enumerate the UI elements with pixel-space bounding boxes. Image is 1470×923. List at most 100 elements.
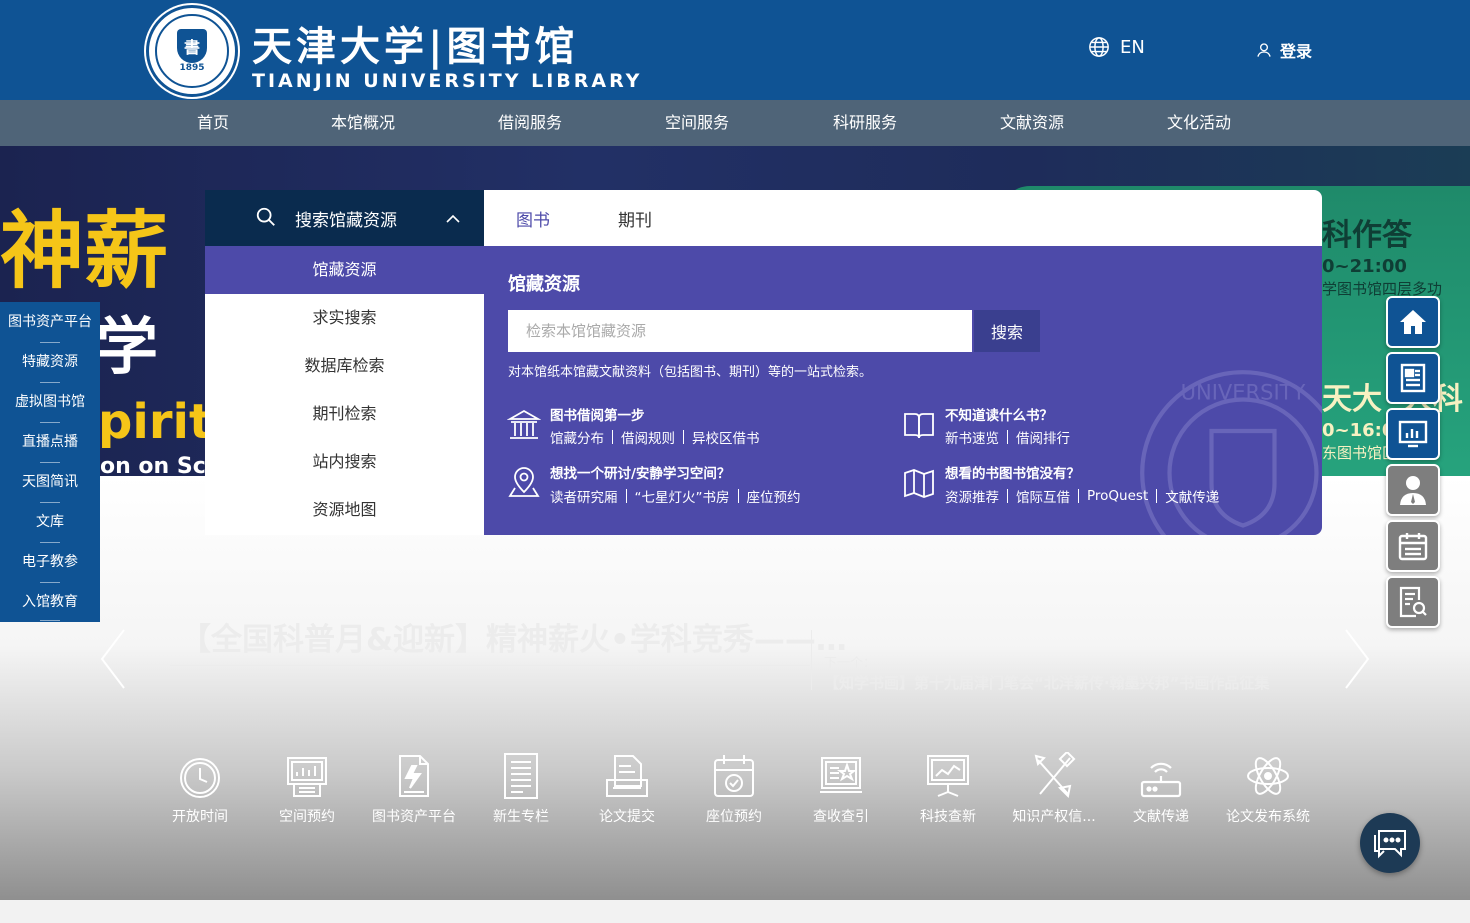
- map-icon: [904, 469, 934, 498]
- citation-search-icon: [820, 757, 862, 793]
- quick-link-label: 论文提交: [599, 809, 655, 825]
- quick-link-asset-platform[interactable]: 图书资产平台: [364, 752, 464, 832]
- sidebar-item-virtual-library[interactable]: 虚拟图书馆: [0, 382, 100, 422]
- quick-link-label: 文献传递: [1133, 809, 1189, 825]
- chat-button[interactable]: [1360, 813, 1420, 873]
- sidebar-item-special-collections[interactable]: 特藏资源: [0, 342, 100, 382]
- quick-link-opening-hours[interactable]: 开放时间: [150, 752, 250, 832]
- link-new-books[interactable]: 新书速览: [945, 427, 999, 447]
- language-label: EN: [1120, 36, 1145, 58]
- nav-research[interactable]: 科研服务: [833, 100, 897, 146]
- quick-link-novelty-search[interactable]: 科技查新: [898, 752, 998, 832]
- search-menu-database[interactable]: 数据库检索: [205, 342, 484, 390]
- nav-resources[interactable]: 文献资源: [1000, 100, 1064, 146]
- banner-right-time: 0~21:00: [1322, 256, 1407, 277]
- quick-link-freshman-column[interactable]: 新生专栏: [471, 752, 571, 832]
- clock-icon: [180, 758, 220, 798]
- logo-english-title[interactable]: TIANJIN UNIVERSITY LIBRARY: [252, 70, 642, 92]
- sidebar-item-e-reserves[interactable]: 电子教参: [0, 542, 100, 582]
- svg-text:UNIVERSITY: UNIVERSITY: [1181, 381, 1306, 405]
- quick-link-citation-search[interactable]: 查收查引: [791, 752, 891, 832]
- thesis-publish-icon: [1247, 757, 1289, 795]
- link-cross-campus[interactable]: 异校区借书: [692, 427, 760, 447]
- ip-info-icon: [1034, 752, 1076, 799]
- sidebar-item-repository[interactable]: 文库: [0, 502, 100, 542]
- search-menu-collection[interactable]: 馆藏资源: [205, 246, 484, 294]
- slide-title[interactable]: 【全国科普月&迎新】精神薪火•学科竞秀——…: [180, 614, 847, 659]
- search-menu-site[interactable]: 站内搜索: [205, 438, 484, 486]
- language-switch[interactable]: EN: [1088, 36, 1145, 58]
- float-document-search-button[interactable]: [1386, 576, 1440, 628]
- search-menu-resource-map[interactable]: 资源地图: [205, 486, 484, 534]
- link-reader-study-room[interactable]: 读者研究厢: [550, 486, 618, 506]
- university-seal-logo[interactable]: 書 1895: [146, 5, 238, 97]
- next-slide-arrow-icon[interactable]: [1342, 628, 1372, 690]
- chevron-up-icon[interactable]: [445, 212, 461, 224]
- link-proquest[interactable]: ProQuest: [1087, 488, 1148, 504]
- nav-home[interactable]: 首页: [197, 100, 229, 146]
- user-icon: [1257, 43, 1271, 57]
- block-links-recommend: 新书速览 借阅排行: [945, 427, 1070, 447]
- quick-link-label: 论文发布系统: [1226, 809, 1310, 825]
- link-document-delivery[interactable]: 文献传递: [1165, 486, 1219, 506]
- quick-link-label: 开放时间: [172, 809, 228, 825]
- quick-link-label: 查收查引: [813, 809, 869, 825]
- quick-link-thesis-publish[interactable]: 论文发布系统: [1218, 752, 1318, 832]
- search-section-title: 馆藏资源: [508, 274, 580, 295]
- slide-vertical-divider: [811, 630, 812, 690]
- sidebar-item-asset-platform[interactable]: 图书资产平台: [0, 302, 100, 342]
- quick-link-seat-booking[interactable]: 座位预约: [684, 752, 784, 832]
- nav-culture[interactable]: 文化活动: [1167, 100, 1231, 146]
- search-panel-header[interactable]: 搜索馆藏资源: [205, 190, 484, 246]
- sidebar-item-orientation[interactable]: 入馆教育: [0, 582, 100, 622]
- seat-booking-icon: [714, 755, 754, 797]
- block-links-space: 读者研究厢 “七星灯火”书房 座位预约: [550, 486, 801, 506]
- block-title-acquire: 想看的书图书馆没有？: [945, 466, 1080, 482]
- link-borrowing-rules[interactable]: 借阅规则: [621, 427, 675, 447]
- sidebar-item-newsletter[interactable]: 天图简讯: [0, 462, 100, 502]
- seal-year: 1895: [179, 63, 205, 73]
- block-title-recommend: 不知道读什么书？: [945, 408, 1053, 424]
- tab-journals[interactable]: 期刊: [618, 206, 652, 231]
- nav-borrowing[interactable]: 借阅服务: [498, 100, 562, 146]
- float-news-button[interactable]: [1386, 352, 1440, 404]
- next-slide-title[interactable]: 【知学书画】第十九届津门笔会“北洋薪传·翰墨兴邦”书画作品征集: [824, 672, 1269, 693]
- login-button[interactable]: 登录: [1256, 38, 1312, 62]
- quick-link-space-booking[interactable]: 空间预约: [257, 752, 357, 832]
- quick-link-document-delivery[interactable]: 文献传递: [1111, 752, 1211, 832]
- sidebar-item-live-vod[interactable]: 直播点播: [0, 422, 100, 462]
- quick-link-label: 知识产权信...: [1012, 809, 1096, 825]
- link-seat-booking[interactable]: 座位预约: [747, 486, 801, 506]
- search-button[interactable]: 搜索: [974, 310, 1040, 352]
- freshman-column-icon: [504, 753, 538, 799]
- nav-space[interactable]: 空间服务: [665, 100, 729, 146]
- link-seven-star-study[interactable]: “七星灯火”书房: [635, 486, 730, 506]
- float-librarian-button[interactable]: [1386, 464, 1440, 516]
- prev-slide-arrow-icon[interactable]: [98, 628, 128, 690]
- float-statistics-button[interactable]: [1386, 408, 1440, 460]
- search-tabs: 图书 期刊: [484, 190, 1322, 246]
- quick-link-ip-info[interactable]: 知识产权信...: [1004, 752, 1104, 832]
- left-quick-sidebar: 图书资产平台 特藏资源 虚拟图书馆 直播点播 天图简讯 文库 电子教参 入馆教育: [0, 302, 100, 622]
- link-collection-distribution[interactable]: 馆藏分布: [550, 427, 604, 447]
- collection-search-input[interactable]: [508, 310, 972, 352]
- link-resource-recommend[interactable]: 资源推荐: [945, 486, 999, 506]
- quick-link-thesis-submit[interactable]: 论文提交: [577, 752, 677, 832]
- link-borrow-ranking[interactable]: 借阅排行: [1016, 427, 1070, 447]
- float-home-button[interactable]: [1386, 296, 1440, 348]
- banner-left-small-text: on on Sc: [100, 454, 206, 476]
- search-description: 对本馆纸本馆藏文献资料（包括图书、期刊）等的一站式检索。: [508, 365, 873, 380]
- quick-link-label: 图书资产平台: [372, 809, 456, 825]
- quick-link-label: 座位预约: [706, 809, 762, 825]
- nav-about[interactable]: 本馆概况: [331, 100, 395, 146]
- float-calendar-button[interactable]: [1386, 520, 1440, 572]
- search-menu-journal[interactable]: 期刊检索: [205, 390, 484, 438]
- open-book-icon: [904, 413, 934, 439]
- link-interlibrary-loan[interactable]: 馆际互借: [1016, 486, 1070, 506]
- search-menu-qiushi[interactable]: 求实搜索: [205, 294, 484, 342]
- logo-chinese-title[interactable]: 天津大学|图书馆: [252, 14, 579, 72]
- novelty-search-icon: [927, 755, 969, 797]
- tab-books[interactable]: 图书: [516, 206, 550, 231]
- calendar-icon: [1398, 533, 1428, 561]
- librarian-icon: [1400, 476, 1426, 505]
